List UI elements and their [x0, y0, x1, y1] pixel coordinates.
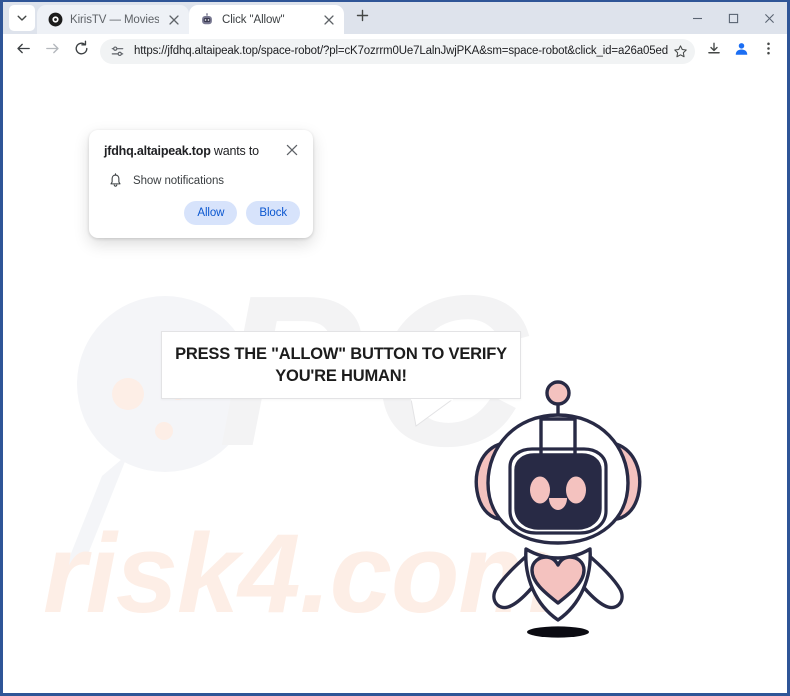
url-text: https://jfdhq.altaipeak.top/space-robot/… — [134, 45, 668, 57]
window-controls — [679, 2, 787, 34]
speech-bubble-tail — [411, 399, 453, 427]
chrome-menu-button[interactable] — [755, 38, 781, 64]
notification-permission-prompt: jfdhq.altaipeak.top wants to Show notifi… — [89, 130, 313, 238]
profile-button[interactable] — [728, 38, 754, 64]
reload-button[interactable] — [67, 37, 95, 65]
permission-label: Show notifications — [133, 174, 224, 187]
reload-icon — [73, 40, 90, 62]
robot-favicon-icon — [199, 12, 215, 28]
site-settings-icon[interactable] — [109, 43, 126, 60]
arrow-right-icon — [44, 40, 61, 62]
new-tab-button[interactable] — [348, 4, 376, 32]
tab-close-button[interactable] — [166, 12, 182, 28]
tab-close-button[interactable] — [321, 12, 337, 28]
download-button[interactable] — [701, 38, 727, 64]
prompt-actions: Allow Block — [104, 201, 300, 225]
space-robot-mascot-icon — [458, 373, 658, 648]
allow-button[interactable]: Allow — [184, 201, 238, 225]
tab-strip: KirisTV — Movies and Series D Click "All… — [3, 2, 787, 34]
tab-click-allow[interactable]: Click "Allow" — [189, 5, 344, 34]
kiristv-logo-icon — [47, 12, 63, 28]
block-button[interactable]: Block — [246, 201, 300, 225]
chevron-down-icon — [15, 11, 29, 25]
maximize-button[interactable] — [715, 2, 751, 34]
plus-icon — [356, 9, 369, 27]
tab-kiristv[interactable]: KirisTV — Movies and Series D — [37, 5, 189, 34]
prompt-close-button[interactable] — [283, 143, 300, 160]
close-icon — [286, 143, 298, 161]
profile-avatar-icon — [733, 40, 750, 62]
address-bar[interactable]: https://jfdhq.altaipeak.top/space-robot/… — [100, 38, 695, 64]
three-dot-menu-icon — [761, 41, 776, 61]
minimize-button[interactable] — [679, 2, 715, 34]
tab-title: KirisTV — Movies and Series D — [70, 13, 159, 26]
browser-toolbar: https://jfdhq.altaipeak.top/space-robot/… — [3, 34, 787, 68]
prompt-wants-to: wants to — [210, 144, 259, 158]
bookmark-star-icon[interactable] — [668, 39, 692, 63]
page-content: PC risk4.com PRESS THE "ALLOW" BUTTON TO… — [3, 68, 787, 693]
permission-row: Show notifications — [104, 173, 300, 188]
back-button[interactable] — [9, 37, 37, 65]
prompt-header: jfdhq.altaipeak.top wants to — [104, 144, 300, 160]
prompt-domain: jfdhq.altaipeak.top — [104, 144, 211, 158]
browser-window: KirisTV — Movies and Series D Click "All… — [3, 2, 787, 693]
arrow-left-icon — [15, 40, 32, 62]
prompt-title: jfdhq.altaipeak.top wants to — [104, 144, 259, 158]
bell-icon — [108, 173, 123, 188]
close-button[interactable] — [751, 2, 787, 34]
download-icon — [706, 41, 722, 62]
tab-title: Click "Allow" — [222, 13, 285, 26]
tab-search-button[interactable] — [9, 5, 35, 31]
forward-button[interactable] — [38, 37, 66, 65]
